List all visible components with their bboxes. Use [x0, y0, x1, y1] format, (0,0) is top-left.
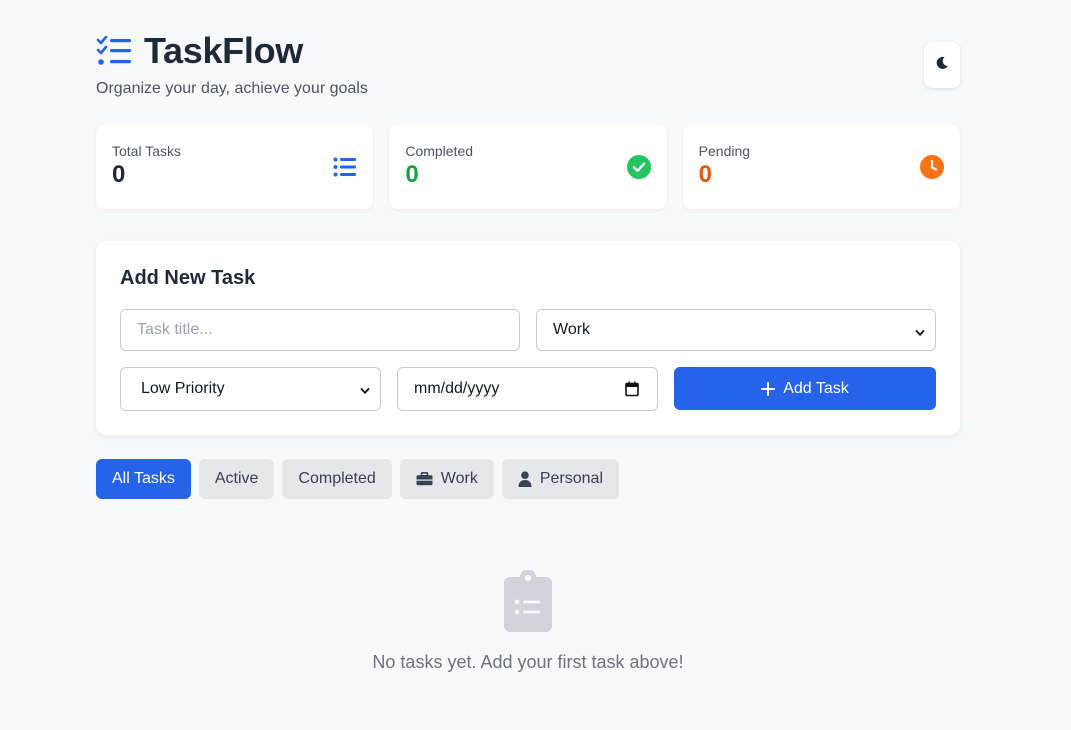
category-select[interactable]: Work	[536, 309, 936, 351]
brand: TaskFlow	[96, 30, 303, 72]
stat-value: 0	[112, 161, 126, 188]
task-title-input[interactable]: Task title...	[120, 309, 520, 351]
filter-all-tasks[interactable]: All Tasks	[96, 459, 191, 499]
category-selected-value: Work	[553, 321, 591, 338]
check-circle-icon	[626, 155, 651, 179]
chevron-down-icon	[915, 325, 925, 343]
header: TaskFlow Organize your day, achieve your…	[96, 0, 960, 125]
task-title-placeholder: Task title...	[137, 321, 213, 338]
filter-personal[interactable]: Personal	[501, 459, 619, 499]
clock-icon	[919, 155, 944, 179]
add-task-card: Add New Task Task title... Work Low Prio…	[96, 241, 960, 435]
calendar-icon[interactable]	[625, 381, 639, 402]
filter-active[interactable]: Active	[198, 459, 275, 499]
filter-label: Personal	[539, 470, 603, 487]
stat-value: 0	[698, 161, 713, 188]
app-container: TaskFlow Organize your day, achieve your…	[96, 0, 960, 672]
empty-state-message: No tasks yet. Add your first task above!	[372, 652, 684, 672]
list-icon	[333, 155, 357, 179]
filter-label: Completed	[298, 470, 376, 487]
filter-bar: All Tasks Active Completed Work Personal	[96, 459, 619, 499]
priority-select[interactable]: Low Priority	[120, 367, 381, 411]
theme-toggle-button[interactable]	[924, 42, 960, 88]
plus-icon	[761, 378, 776, 400]
stat-card-completed: Completed 0	[389, 125, 667, 209]
briefcase-icon	[416, 472, 433, 486]
filter-label: Work	[440, 470, 478, 487]
add-task-heading: Add New Task	[120, 267, 256, 289]
stat-label: Pending	[698, 143, 751, 159]
add-task-button-label: Add Task	[783, 379, 849, 397]
app-subtitle: Organize your day, achieve your goals	[96, 80, 368, 97]
due-date-placeholder: mm/dd/yyyy	[414, 380, 500, 397]
user-icon	[518, 471, 532, 487]
clipboard-list-icon	[96, 570, 960, 632]
stat-card-pending: Pending 0	[682, 125, 960, 209]
stat-label: Total Tasks	[112, 143, 181, 159]
add-task-button[interactable]: Add Task	[674, 367, 936, 410]
checklist-icon	[96, 33, 132, 69]
stat-label: Completed	[405, 143, 474, 159]
filter-label: Active	[214, 470, 259, 487]
due-date-input[interactable]: mm/dd/yyyy	[397, 367, 658, 411]
stat-value: 0	[405, 161, 419, 188]
moon-icon	[935, 56, 949, 75]
empty-state: No tasks yet. Add your first task above!	[96, 570, 960, 673]
stats-row: Total Tasks 0 Completed 0 Pending 0	[96, 125, 960, 209]
chevron-down-icon	[360, 383, 370, 401]
priority-selected-value: Low Priority	[141, 380, 225, 397]
stat-card-total: Total Tasks 0	[96, 125, 374, 209]
filter-completed[interactable]: Completed	[282, 459, 392, 499]
filter-label: All Tasks	[112, 470, 175, 487]
filter-work[interactable]: Work	[399, 459, 494, 499]
app-title: TaskFlow	[144, 30, 303, 71]
